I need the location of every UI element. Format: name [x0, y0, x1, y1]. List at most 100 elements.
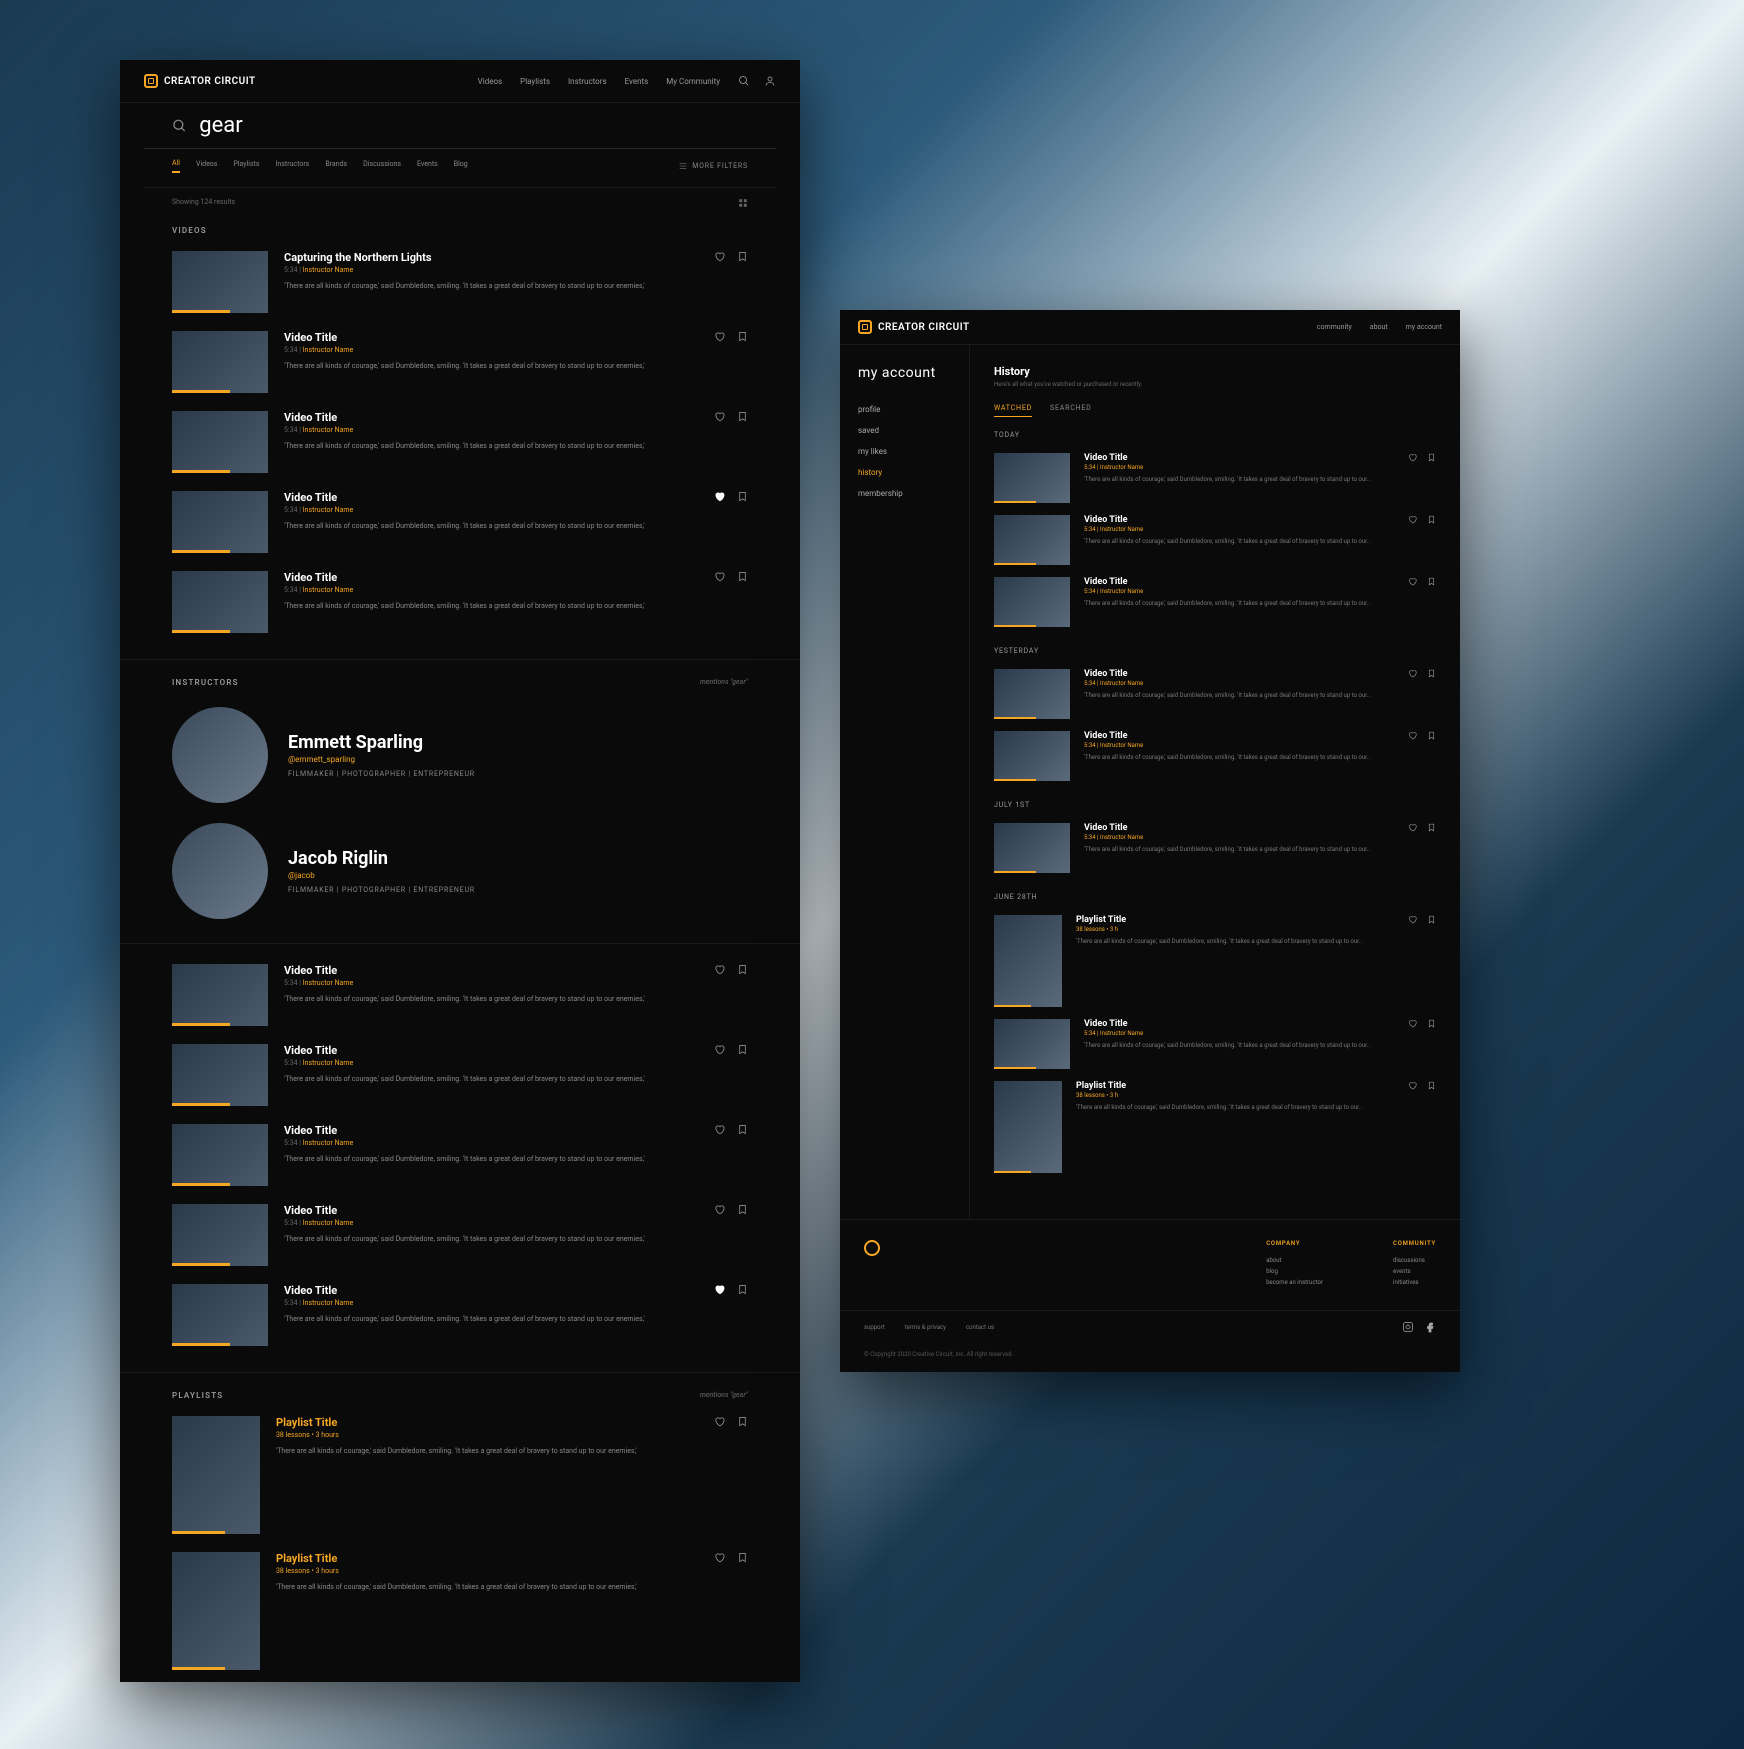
bookmark-icon[interactable] [1427, 731, 1436, 740]
video-thumbnail[interactable] [172, 1204, 268, 1266]
history-row[interactable]: Video Title 5:34 | Instructor Name 'Ther… [994, 571, 1436, 633]
footer-link[interactable]: discussions [1393, 1255, 1436, 1266]
sidebar-item-profile[interactable]: profile [858, 399, 951, 420]
user-icon[interactable] [764, 75, 776, 87]
bookmark-icon[interactable] [1427, 1081, 1436, 1090]
playlist-row[interactable]: Playlist Title 38 lessons • 3 hours 'The… [120, 1546, 800, 1682]
like-icon[interactable] [1408, 823, 1417, 832]
bookmark-icon[interactable] [737, 964, 748, 975]
logo[interactable]: CREATOR CIRCUIT [144, 74, 256, 88]
history-tab[interactable]: SEARCHED [1050, 404, 1092, 417]
video-row[interactable]: Video Title 5:34 | Instructor Name 'Ther… [120, 958, 800, 1038]
bookmark-icon[interactable] [737, 1284, 748, 1295]
nav-link[interactable]: Playlists [520, 77, 550, 86]
like-icon[interactable] [714, 1552, 725, 1563]
video-row[interactable]: Video Title 5:34 | Instructor Name 'Ther… [120, 1038, 800, 1118]
bookmark-icon[interactable] [737, 1552, 748, 1563]
history-row[interactable]: Playlist Title 38 lessons • 3 h 'There a… [994, 909, 1436, 1013]
like-icon[interactable] [714, 964, 725, 975]
like-icon[interactable] [714, 331, 725, 342]
playlist-thumbnail[interactable] [172, 1416, 260, 1534]
like-icon[interactable] [714, 1204, 725, 1215]
bookmark-icon[interactable] [1427, 669, 1436, 678]
grid-toggle-icon[interactable] [738, 198, 748, 208]
video-row[interactable]: Video Title 5:34 | Instructor Name 'Ther… [120, 1278, 800, 1358]
like-icon[interactable] [714, 411, 725, 422]
nav-link[interactable]: community [1317, 323, 1352, 331]
legal-link[interactable]: terms & privacy [905, 1324, 946, 1331]
search-icon[interactable] [738, 75, 750, 87]
like-icon[interactable] [714, 251, 725, 262]
history-thumbnail[interactable] [994, 577, 1070, 627]
history-row[interactable]: Video Title 5:34 | Instructor Name 'Ther… [994, 1013, 1436, 1075]
video-row[interactable]: Video Title 5:34 | Instructor Name 'Ther… [120, 1198, 800, 1278]
video-row[interactable]: Video Title 5:34 | Instructor Name 'Ther… [120, 325, 800, 405]
like-icon[interactable] [714, 1416, 725, 1427]
nav-link[interactable]: about [1370, 323, 1388, 331]
filter-tab[interactable]: Playlists [233, 160, 259, 172]
footer-link[interactable]: about [1266, 1255, 1323, 1266]
instagram-icon[interactable] [1402, 1321, 1414, 1333]
bookmark-icon[interactable] [737, 411, 748, 422]
like-icon[interactable] [1408, 915, 1417, 924]
footer-link[interactable]: blog [1266, 1266, 1323, 1277]
history-thumbnail[interactable] [994, 731, 1070, 781]
facebook-icon[interactable] [1424, 1321, 1436, 1333]
bookmark-icon[interactable] [737, 1044, 748, 1055]
video-thumbnail[interactable] [172, 1044, 268, 1106]
filter-tab[interactable]: Instructors [276, 160, 310, 172]
history-row[interactable]: Video Title 5:34 | Instructor Name 'Ther… [994, 509, 1436, 571]
history-thumbnail[interactable] [994, 453, 1070, 503]
search-input[interactable] [199, 113, 748, 138]
video-thumbnail[interactable] [172, 1124, 268, 1186]
bookmark-icon[interactable] [1427, 577, 1436, 586]
bookmark-icon[interactable] [737, 1124, 748, 1135]
history-row[interactable]: Playlist Title 38 lessons • 3 h 'There a… [994, 1075, 1436, 1179]
filter-tab[interactable]: All [172, 159, 180, 173]
like-icon[interactable] [1408, 669, 1417, 678]
nav-link[interactable]: my account [1406, 323, 1442, 331]
playlist-thumbnail[interactable] [172, 1552, 260, 1670]
like-icon[interactable] [714, 1044, 725, 1055]
nav-link[interactable]: Events [625, 77, 649, 86]
video-thumbnail[interactable] [172, 331, 268, 393]
filter-tab[interactable]: Blog [454, 160, 468, 172]
footer-link[interactable]: become an instructor [1266, 1277, 1323, 1288]
bookmark-icon[interactable] [1427, 915, 1436, 924]
more-filters-button[interactable]: MORE FILTERS [678, 161, 748, 171]
bookmark-icon[interactable] [1427, 515, 1436, 524]
video-row[interactable]: Capturing the Northern Lights 5:34 | Ins… [120, 245, 800, 325]
playlist-row[interactable]: Playlist Title 38 lessons • 3 hours 'The… [120, 1410, 800, 1546]
history-thumbnail[interactable] [994, 915, 1062, 1007]
bookmark-icon[interactable] [1427, 823, 1436, 832]
video-row[interactable]: Video Title 5:34 | Instructor Name 'Ther… [120, 485, 800, 565]
bookmark-icon[interactable] [1427, 1019, 1436, 1028]
like-icon[interactable] [714, 1284, 725, 1295]
sidebar-item-membership[interactable]: membership [858, 483, 951, 504]
bookmark-icon[interactable] [737, 251, 748, 262]
like-icon[interactable] [1408, 453, 1417, 462]
history-thumbnail[interactable] [994, 823, 1070, 873]
nav-link[interactable]: Videos [478, 77, 502, 86]
instructor-row[interactable]: Emmett Sparling @emmett_sparling FILMMAK… [120, 697, 800, 813]
instructor-row[interactable]: Jacob Riglin @jacob FILMMAKER | PHOTOGRA… [120, 813, 800, 929]
like-icon[interactable] [1408, 731, 1417, 740]
like-icon[interactable] [714, 571, 725, 582]
filter-tab[interactable]: Events [417, 160, 438, 172]
like-icon[interactable] [714, 491, 725, 502]
sidebar-item-history[interactable]: history [858, 462, 951, 483]
history-thumbnail[interactable] [994, 669, 1070, 719]
history-thumbnail[interactable] [994, 1081, 1062, 1173]
like-icon[interactable] [1408, 1019, 1417, 1028]
nav-link[interactable]: My Community [666, 77, 720, 86]
filter-tab[interactable]: Brands [325, 160, 347, 172]
history-row[interactable]: Video Title 5:34 | Instructor Name 'Ther… [994, 817, 1436, 879]
video-thumbnail[interactable] [172, 491, 268, 553]
history-row[interactable]: Video Title 5:34 | Instructor Name 'Ther… [994, 447, 1436, 509]
like-icon[interactable] [1408, 515, 1417, 524]
legal-link[interactable]: contact us [966, 1324, 994, 1331]
video-thumbnail[interactable] [172, 251, 268, 313]
sidebar-item-my-likes[interactable]: my likes [858, 441, 951, 462]
bookmark-icon[interactable] [737, 571, 748, 582]
video-thumbnail[interactable] [172, 571, 268, 633]
